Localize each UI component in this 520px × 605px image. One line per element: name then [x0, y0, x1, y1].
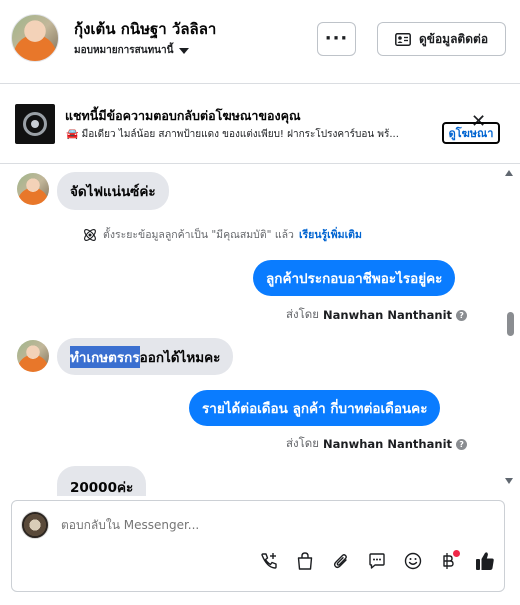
learn-more-link[interactable]: เรียนรู้เพิ่มเติม — [299, 226, 362, 243]
wheel-hub-graphic — [31, 120, 39, 128]
sent-by-label: ส่งโดย Nanwhan Nanthanit ? — [286, 435, 468, 453]
page-avatar — [21, 511, 49, 539]
ellipsis-icon: ··· — [324, 28, 349, 49]
ad-banner-text: 🚘 มือเดียว ไมล์น้อย สภาพป้ายแดง ของแต่งเ… — [66, 129, 399, 140]
more-options-button[interactable]: ··· — [317, 22, 356, 56]
system-notice: ตั้งระยะข้อมูลลูกค้าเป็น "มีคุณสมบัติ" แ… — [82, 226, 362, 243]
paperclip-icon[interactable] — [329, 549, 353, 573]
incoming-message[interactable]: 20000ค่ะ — [57, 466, 147, 496]
outgoing-message[interactable]: ลูกค้าประกอบอาชีพอะไรอยู่คะ — [253, 260, 456, 296]
shopping-bag-icon[interactable] — [293, 549, 317, 573]
system-notice-text: ตั้งระยะข้อมูลลูกค้าเป็น "มีคุณสมบัติ" แ… — [103, 229, 294, 241]
help-icon[interactable]: ? — [456, 309, 468, 321]
reply-input[interactable] — [61, 518, 481, 532]
contact-avatar[interactable] — [11, 14, 59, 62]
sent-by-name: Nanwhan Nanthanit — [323, 437, 453, 451]
incoming-message[interactable]: ทำเกษตรกร ออกได้ไหมคะ — [57, 338, 234, 375]
caret-down-icon — [179, 47, 190, 54]
ad-banner-title: แชทนี้มีข้อความตอบกลับต่อโฆษณาของคุณ — [65, 108, 301, 123]
assign-conversation-label: มอบหมายการสนทนานี้ — [74, 45, 174, 56]
assign-conversation-dropdown[interactable]: มอบหมายการสนทนานี้ — [74, 43, 190, 58]
sent-by-name: Nanwhan Nanthanit — [323, 308, 453, 322]
view-contact-info-label: ดูข้อมูลติดต่อ — [418, 31, 489, 46]
sent-by-label: ส่งโดย Nanwhan Nanthanit ? — [286, 306, 468, 324]
atom-icon — [84, 228, 96, 241]
incoming-message[interactable]: จัดไฟแน่นซ์ค่ะ — [57, 172, 169, 210]
ad-thumbnail — [15, 104, 55, 144]
scrollbar-thumb[interactable] — [507, 312, 514, 336]
sent-by-prefix: ส่งโดย — [286, 307, 320, 321]
view-contact-info-button[interactable]: ดูข้อมูลติดต่อ — [377, 22, 506, 56]
saved-reply-icon[interactable] — [365, 549, 389, 573]
phone-add-icon[interactable] — [257, 549, 281, 573]
outgoing-message[interactable]: รายได้ต่อเดือน ลูกค้า กี่บาทต่อเดือนคะ — [189, 390, 441, 426]
ad-reply-banner: แชทนี้มีข้อความตอบกลับต่อโฆษณาของคุณ 🚘 ม… — [0, 84, 520, 164]
notification-dot — [453, 550, 460, 557]
baht-payment-icon[interactable] — [437, 549, 461, 573]
thumbs-up-icon[interactable] — [473, 549, 497, 573]
contact-card-icon — [395, 32, 411, 46]
composer-toolbar — [257, 549, 497, 573]
selected-text: ทำเกษตรกร — [70, 345, 140, 368]
emoji-icon[interactable] — [401, 549, 425, 573]
contact-name[interactable]: กุ้งเต้น กนิษฐา วัลลิลา — [74, 17, 216, 41]
message-text: ออกได้ไหมคะ — [139, 349, 221, 366]
scroll-down-arrow[interactable] — [505, 478, 513, 484]
help-icon[interactable]: ? — [456, 438, 468, 450]
view-ad-link[interactable]: ดูโฆษณา — [442, 122, 500, 144]
sender-avatar[interactable] — [17, 173, 49, 205]
sender-avatar[interactable] — [17, 340, 49, 372]
conversation-header: กุ้งเต้น กนิษฐา วัลลิลา มอบหมายการสนทนาน… — [0, 0, 520, 84]
sent-by-prefix: ส่งโดย — [286, 436, 320, 450]
scroll-up-arrow[interactable] — [505, 170, 513, 176]
reply-composer — [11, 500, 505, 592]
